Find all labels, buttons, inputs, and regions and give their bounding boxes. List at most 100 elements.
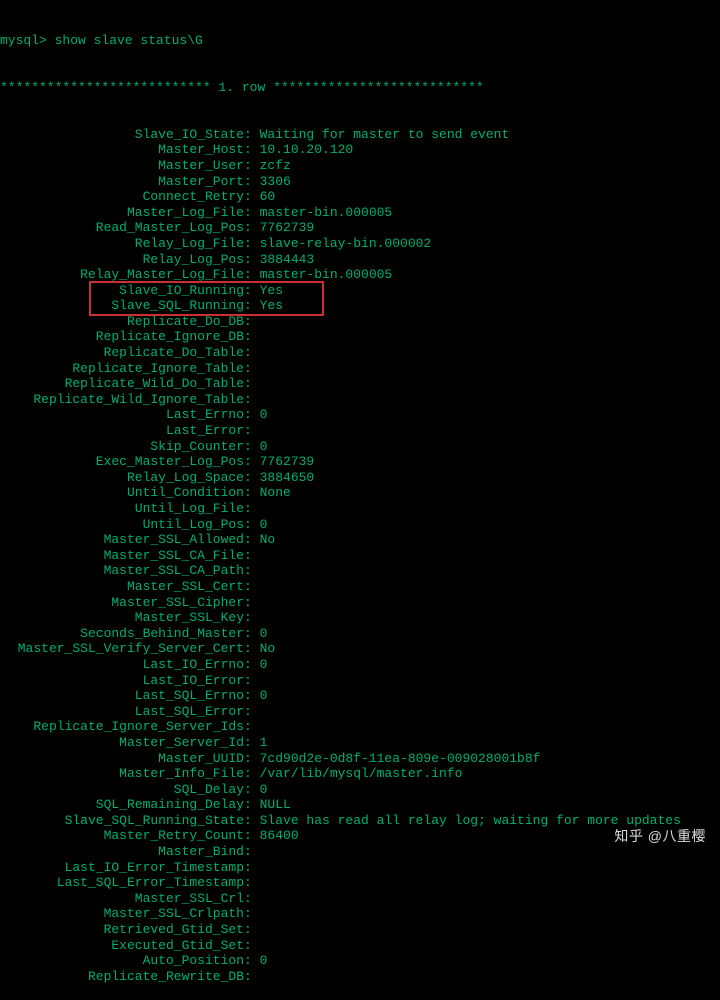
field-separator: : xyxy=(244,376,260,392)
status-field-row: Auto_Position: 0 xyxy=(0,953,720,969)
field-label: Replicate_Ignore_Table xyxy=(0,361,244,377)
field-separator: : xyxy=(244,314,260,330)
field-separator: : xyxy=(244,220,260,236)
status-field-row: Executed_Gtid_Set: xyxy=(0,938,720,954)
status-field-row: Until_Log_File: xyxy=(0,501,720,517)
field-value: 3306 xyxy=(260,174,291,190)
field-separator: : xyxy=(244,392,260,408)
field-value: No xyxy=(260,532,276,548)
field-label: Last_IO_Error_Timestamp xyxy=(0,860,244,876)
field-label: Replicate_Rewrite_DB xyxy=(0,969,244,985)
field-label: Slave_SQL_Running xyxy=(0,298,244,314)
status-field-row: Replicate_Ignore_DB: xyxy=(0,329,720,345)
field-label: Executed_Gtid_Set xyxy=(0,938,244,954)
field-value: 0 xyxy=(260,688,268,704)
status-field-row: Last_IO_Error: xyxy=(0,673,720,689)
field-separator: : xyxy=(244,813,260,829)
status-field-row: Replicate_Do_Table: xyxy=(0,345,720,361)
field-separator: : xyxy=(244,189,260,205)
field-label: Read_Master_Log_Pos xyxy=(0,220,244,236)
field-separator: : xyxy=(244,142,260,158)
status-field-row: Relay_Master_Log_File: master-bin.000005 xyxy=(0,267,720,283)
field-label: SQL_Delay xyxy=(0,782,244,798)
field-value: 1 xyxy=(260,735,268,751)
field-separator: : xyxy=(244,751,260,767)
status-field-row: Slave_IO_State: Waiting for master to se… xyxy=(0,127,720,143)
status-field-row: Slave_IO_Running: Yes xyxy=(0,283,720,299)
status-field-row: Relay_Log_File: slave-relay-bin.000002 xyxy=(0,236,720,252)
status-field-row: Read_Master_Log_Pos: 7762739 xyxy=(0,220,720,236)
field-label: Replicate_Do_DB xyxy=(0,314,244,330)
status-field-row: SQL_Delay: 0 xyxy=(0,782,720,798)
status-field-row: Seconds_Behind_Master: 0 xyxy=(0,626,720,642)
field-label: Retrieved_Gtid_Set xyxy=(0,922,244,938)
status-field-row: Last_IO_Error_Timestamp: xyxy=(0,860,720,876)
field-label: Master_Info_File xyxy=(0,766,244,782)
field-separator: : xyxy=(244,501,260,517)
status-field-row: Master_SSL_Key: xyxy=(0,610,720,626)
field-separator: : xyxy=(244,485,260,501)
field-label: Master_Server_Id xyxy=(0,735,244,751)
field-separator: : xyxy=(244,252,260,268)
status-field-row: Relay_Log_Pos: 3884443 xyxy=(0,252,720,268)
field-label: Slave_IO_State xyxy=(0,127,244,143)
field-separator: : xyxy=(244,345,260,361)
status-field-row: Replicate_Rewrite_DB: xyxy=(0,969,720,985)
status-field-row: Master_SSL_Verify_Server_Cert: No xyxy=(0,641,720,657)
field-label: Master_SSL_Verify_Server_Cert xyxy=(0,641,244,657)
status-field-row: Master_User: zcfz xyxy=(0,158,720,174)
field-value: 0 xyxy=(260,407,268,423)
field-label: Replicate_Do_Table xyxy=(0,345,244,361)
status-field-row: Master_Info_File: /var/lib/mysql/master.… xyxy=(0,766,720,782)
field-label: Skip_Counter xyxy=(0,439,244,455)
field-value: Yes xyxy=(260,283,283,299)
field-separator: : xyxy=(244,891,260,907)
field-separator: : xyxy=(244,844,260,860)
status-field-row: Connect_Retry: 60 xyxy=(0,189,720,205)
field-separator: : xyxy=(244,563,260,579)
field-separator: : xyxy=(244,797,260,813)
field-label: Last_SQL_Errno xyxy=(0,688,244,704)
field-value: slave-relay-bin.000002 xyxy=(260,236,432,252)
field-separator: : xyxy=(244,298,260,314)
status-field-row: Master_SSL_CA_File: xyxy=(0,548,720,564)
field-separator: : xyxy=(244,205,260,221)
field-label: Connect_Retry xyxy=(0,189,244,205)
field-label: Relay_Log_File xyxy=(0,236,244,252)
field-value: 10.10.20.120 xyxy=(260,142,354,158)
status-field-row: Retrieved_Gtid_Set: xyxy=(0,922,720,938)
field-value: /var/lib/mysql/master.info xyxy=(260,766,463,782)
field-separator: : xyxy=(244,267,260,283)
field-value: 0 xyxy=(260,657,268,673)
field-label: Last_IO_Error xyxy=(0,673,244,689)
field-label: Master_Retry_Count xyxy=(0,828,244,844)
status-field-row: Master_Host: 10.10.20.120 xyxy=(0,142,720,158)
field-label: Master_SSL_Crlpath xyxy=(0,906,244,922)
field-label: Replicate_Wild_Do_Table xyxy=(0,376,244,392)
field-value: 0 xyxy=(260,626,268,642)
field-label: Exec_Master_Log_Pos xyxy=(0,454,244,470)
field-value: No xyxy=(260,641,276,657)
field-separator: : xyxy=(244,906,260,922)
watermark: 知乎 @八重樱 xyxy=(614,828,706,845)
field-separator: : xyxy=(244,938,260,954)
status-field-row: Last_SQL_Errno: 0 xyxy=(0,688,720,704)
status-field-row: Last_Errno: 0 xyxy=(0,407,720,423)
field-separator: : xyxy=(244,127,260,143)
field-separator: : xyxy=(244,860,260,876)
field-value: 3884443 xyxy=(260,252,315,268)
field-label: Master_SSL_Cert xyxy=(0,579,244,595)
field-value: 0 xyxy=(260,517,268,533)
field-label: Master_Log_File xyxy=(0,205,244,221)
status-field-row: Last_SQL_Error: xyxy=(0,704,720,720)
field-separator: : xyxy=(244,361,260,377)
field-label: Master_SSL_Allowed xyxy=(0,532,244,548)
field-separator: : xyxy=(244,953,260,969)
status-field-row: Exec_Master_Log_Pos: 7762739 xyxy=(0,454,720,470)
field-separator: : xyxy=(244,626,260,642)
status-field-row: Last_Error: xyxy=(0,423,720,439)
field-value: 60 xyxy=(260,189,276,205)
status-field-row: Master_SSL_Cipher: xyxy=(0,595,720,611)
field-value: master-bin.000005 xyxy=(260,205,393,221)
field-label: Seconds_Behind_Master xyxy=(0,626,244,642)
